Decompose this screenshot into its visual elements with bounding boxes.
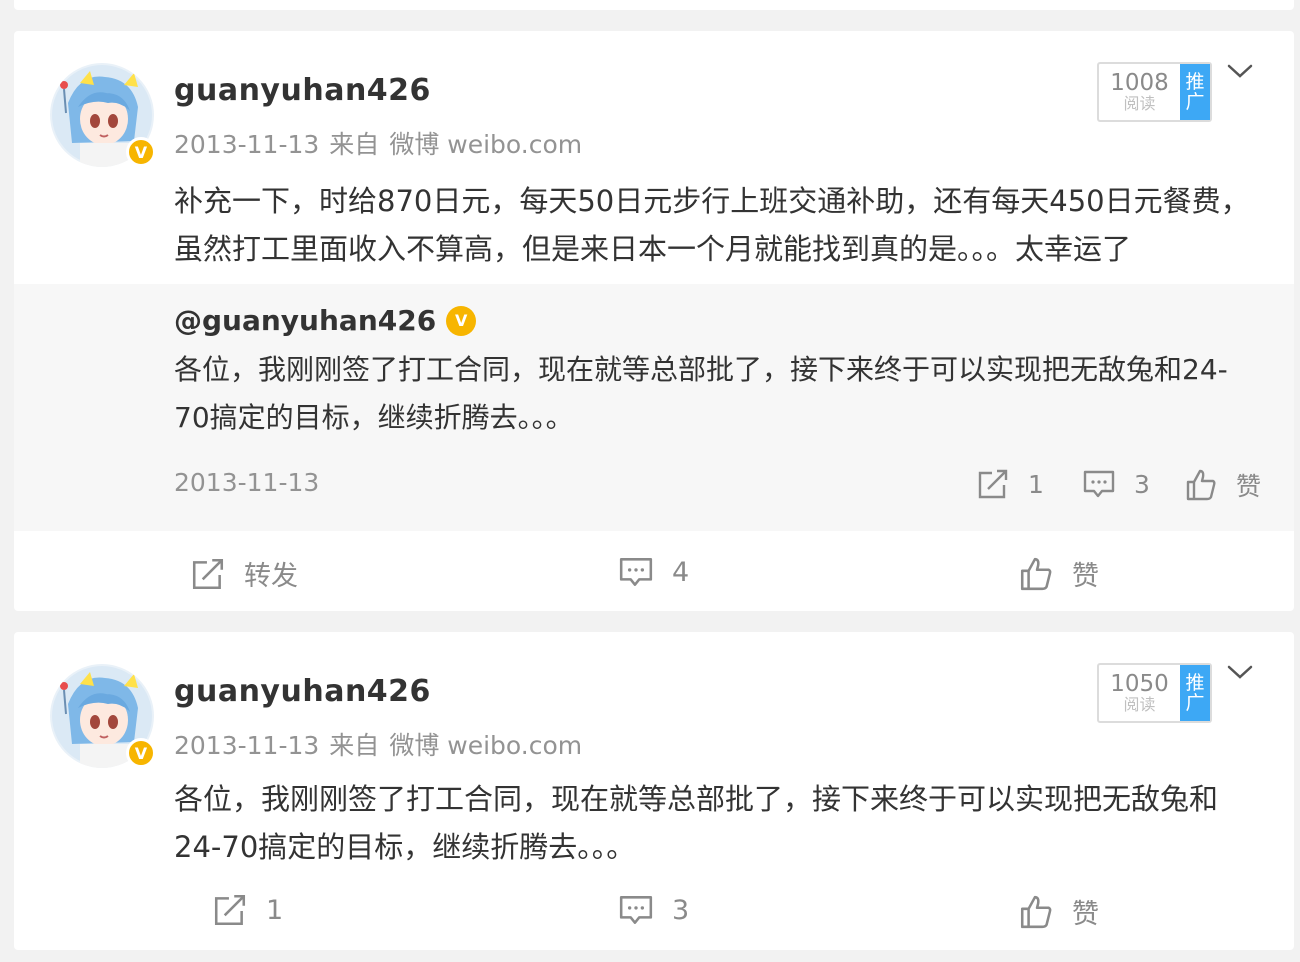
post-date: 2013-11-13 [174, 130, 320, 159]
post-meta: 2013-11-13 来自 微博 weibo.com [174, 125, 592, 161]
quoted-text: 各位，我刚刚签了打工合同，现在就等总部批了，接下来终于可以实现把无敌兔和24-7… [174, 353, 1228, 434]
repost-button[interactable]: 1 [212, 892, 283, 928]
comment-count: 3 [672, 894, 690, 926]
promote-button[interactable]: 推广 [1180, 64, 1210, 120]
comment-icon [619, 896, 653, 924]
avatar[interactable]: V [50, 664, 156, 768]
quoted-repost-button[interactable]: 1 [976, 467, 1044, 501]
like-label: 赞 [1072, 561, 1099, 592]
post-card: V guanyuhan426 2013-11-13 来自 微博 weibo.com … [14, 31, 1294, 611]
repost-icon [978, 469, 1008, 499]
quoted-repost-count: 1 [1028, 469, 1044, 499]
repost-label: 转发 [244, 561, 298, 592]
comment-count: 4 [672, 556, 690, 588]
promote-button[interactable]: 推广 [1180, 665, 1210, 721]
verified-icon: V [126, 137, 156, 167]
quoted-like-button[interactable]: 赞 [1184, 467, 1261, 503]
previous-post-card [14, 0, 1294, 10]
username[interactable]: guanyuhan426 [174, 674, 431, 709]
chevron-down-icon[interactable] [1225, 662, 1255, 682]
read-count: 1008 阅读 [1099, 64, 1180, 120]
quoted-comment-button[interactable]: 3 [1082, 467, 1150, 501]
source-prefix: 来自 [329, 731, 380, 760]
quoted-username[interactable]: @guanyuhan426 V [174, 304, 477, 337]
read-count-badge[interactable]: 1050 阅读 推广 [1097, 663, 1212, 723]
like-icon [1186, 469, 1216, 501]
comment-button[interactable]: 4 [618, 554, 689, 590]
like-label: 赞 [1072, 899, 1099, 930]
post-card: V guanyuhan426 2013-11-13 来自 微博 weibo.com … [14, 632, 1294, 950]
comment-icon [1083, 470, 1115, 498]
read-count: 1050 阅读 [1099, 665, 1180, 721]
read-count-number: 1050 [1110, 671, 1169, 697]
post-meta: 2013-11-13 来自 微博 weibo.com [174, 726, 592, 762]
read-count-number: 1008 [1110, 70, 1169, 96]
quoted-date: 2013-11-13 [174, 468, 320, 497]
read-count-label: 阅读 [1123, 94, 1156, 113]
post-date: 2013-11-13 [174, 731, 320, 760]
like-button[interactable]: 赞 [1018, 892, 1099, 931]
comment-button[interactable]: 3 [618, 892, 689, 928]
read-count-badge[interactable]: 1008 阅读 推广 [1097, 62, 1212, 122]
post-source: 微博 weibo.com [389, 130, 583, 159]
verified-icon: V [446, 305, 477, 336]
like-icon [1020, 895, 1052, 928]
chevron-down-icon[interactable] [1225, 61, 1255, 81]
quoted-comment-count: 3 [1134, 469, 1150, 499]
post-text: 各位，我刚刚签了打工合同，现在就等总部批了，接下来终于可以实现把无敌兔和24-7… [174, 782, 1219, 864]
read-count-label: 阅读 [1123, 695, 1156, 714]
repost-icon [214, 894, 246, 926]
avatar[interactable]: V [50, 63, 156, 167]
username[interactable]: guanyuhan426 [174, 73, 431, 108]
quoted-username-text: @guanyuhan426 [174, 304, 437, 337]
post-text: 补充一下，时给870日元，每天50日元步行上班交通补助，还有每天450日元餐费，… [174, 184, 1250, 266]
repost-button[interactable]: 转发 [190, 554, 298, 593]
quoted-post[interactable]: @guanyuhan426 V 各位，我刚刚签了打工合同，现在就等总部批了，接下… [14, 284, 1294, 531]
repost-icon [192, 558, 224, 589]
like-icon [1020, 557, 1052, 590]
like-button[interactable]: 赞 [1018, 554, 1099, 593]
source-prefix: 来自 [329, 130, 380, 159]
comment-icon [619, 558, 653, 586]
quoted-like-label: 赞 [1236, 472, 1262, 501]
verified-icon: V [126, 738, 156, 768]
post-source: 微博 weibo.com [389, 731, 583, 760]
repost-count: 1 [266, 894, 284, 926]
